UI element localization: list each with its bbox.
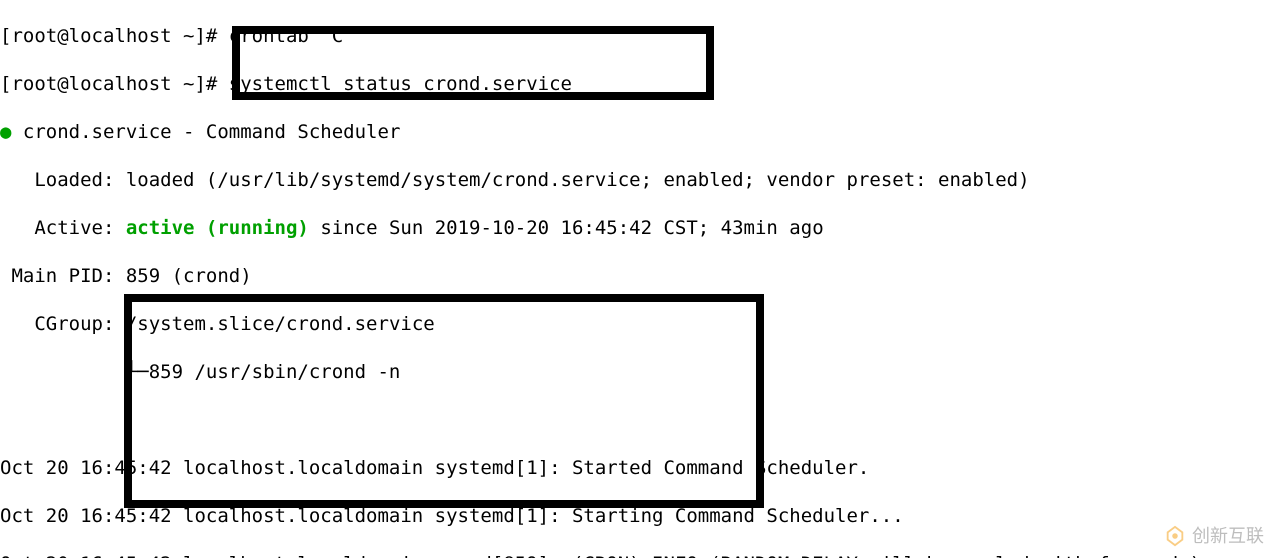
status-active-state: active (running) — [126, 217, 309, 239]
line-log-1: Oct 20 16:45:42 localhost.localdomain sy… — [0, 504, 1276, 528]
line-cgroup: CGroup: /system.slice/crond.service — [0, 312, 1276, 336]
line-log-0: Oct 20 16:45:42 localhost.localdomain sy… — [0, 456, 1276, 480]
line-unit: ● crond.service - Command Scheduler — [0, 120, 1276, 144]
line-active: Active: active (running) since Sun 2019-… — [0, 216, 1276, 240]
line-blank — [0, 408, 1276, 432]
line-cgroup-child: └─859 /usr/sbin/crond -n — [0, 360, 1276, 384]
line-log-2: Oct 20 16:45:42 localhost.localdomain cr… — [0, 552, 1276, 558]
line-cmd1: [root@localhost ~]# crontab ^C — [0, 24, 1276, 48]
terminal-output[interactable]: [root@localhost ~]# crontab ^C [root@loc… — [0, 0, 1276, 558]
line-loaded: Loaded: loaded (/usr/lib/systemd/system/… — [0, 168, 1276, 192]
line-cmd2: [root@localhost ~]# systemctl status cro… — [0, 72, 1276, 96]
line-mainpid: Main PID: 859 (crond) — [0, 264, 1276, 288]
status-dot-icon: ● — [0, 121, 11, 143]
